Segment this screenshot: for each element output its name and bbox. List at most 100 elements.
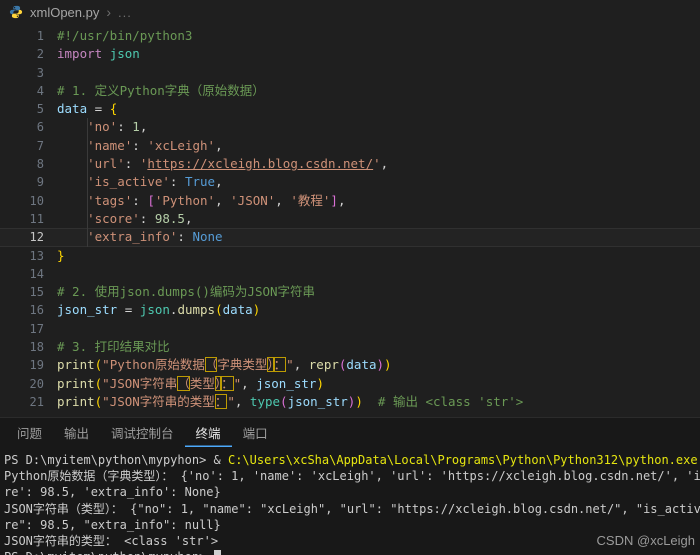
code-segment: : (132, 192, 148, 208)
line-number[interactable]: 9 (0, 173, 44, 191)
code-segment: https://xcleigh.blog.csdn.net/ (147, 156, 374, 172)
code-segment: # 3. 打印结果对比 (57, 339, 170, 355)
line-number[interactable]: 8 (0, 155, 44, 173)
code-line[interactable]: 15 # 2. 使用json.dumps()编码为JSON字符串 (0, 283, 700, 301)
code-segment: ] (330, 192, 338, 208)
code-line[interactable]: 10 'tags': ['Python', 'JSON', '教程'], (0, 191, 700, 210)
code-segment: : (177, 229, 193, 245)
code-line[interactable]: 21 print("JSON字符串的类型：", type(json_str)) #… (0, 393, 700, 411)
line-number[interactable]: 10 (0, 192, 44, 210)
code-line[interactable]: 19 print("Python原始数据（字典类型）：", repr(data)) (0, 356, 700, 374)
code-text: print("JSON字符串（类型）：", json_str) (44, 375, 324, 393)
code-text: 'score': 98.5, (44, 210, 192, 228)
line-number[interactable]: 15 (0, 283, 44, 301)
code-line[interactable]: 5 data = { (0, 100, 700, 118)
code-segment: ： (214, 393, 228, 409)
code-segment: json_str (287, 393, 348, 409)
code-text: 'tags': ['Python', 'JSON', '教程'], (44, 192, 345, 210)
terminal-text: Python原始数据（字典类型）： {'no': 1, 'name': 'xcL… (4, 469, 700, 484)
indent-guide (87, 118, 88, 137)
code-line[interactable]: 8 'url': 'https://xcleigh.blog.csdn.net/… (0, 155, 700, 174)
line-number[interactable]: 16 (0, 301, 44, 319)
indent-guide (87, 155, 88, 174)
code-text: data = { (44, 100, 117, 118)
panel-tab-problems[interactable]: 问题 (6, 418, 53, 447)
terminal-text: JSON字符串（类型）： {"no": 1, "name": "xcLeigh"… (4, 501, 700, 516)
code-line[interactable]: 9 'is_active': True, (0, 173, 700, 192)
line-number[interactable]: 13 (0, 247, 44, 265)
code-text: 'name': 'xcLeigh', (44, 137, 222, 155)
indent-guide (87, 228, 88, 247)
line-number[interactable]: 21 (0, 393, 44, 411)
line-number[interactable]: 3 (0, 64, 44, 82)
breadcrumb-symbol-picker[interactable]: ... (118, 5, 132, 20)
code-line[interactable]: 4 # 1. 定义Python字典（原始数据） (0, 82, 700, 100)
terminal-cursor (213, 550, 221, 555)
panel-tab-debug-console[interactable]: 调试控制台 (100, 418, 185, 447)
panel-tab-terminal[interactable]: 终端 (185, 418, 232, 447)
line-number[interactable]: 19 (0, 356, 44, 374)
panel-tab-bar: 问题 输出 调试控制台 终端 端口 (0, 418, 700, 447)
terminal-text: PS D:\myitem\python\mypyhon> & (4, 453, 228, 467)
code-line[interactable]: 1 #!/usr/bin/python3 (0, 27, 700, 45)
terminal-output[interactable]: CSDN @xcLeigh PS D:\myitem\python\mypyho… (0, 447, 700, 555)
line-number[interactable]: 17 (0, 320, 44, 338)
line-number[interactable]: 4 (0, 82, 44, 100)
code-segment: 'is_active' (87, 174, 170, 190)
line-number[interactable]: 7 (0, 137, 44, 155)
breadcrumb-file[interactable]: xmlOpen.py (30, 5, 99, 20)
code-line[interactable]: 7 'name': 'xcLeigh', (0, 136, 700, 156)
code-segment: , (215, 174, 223, 190)
code-line[interactable]: 17 (0, 320, 700, 338)
code-segment: None (192, 229, 223, 245)
code-text: } (44, 247, 65, 265)
code-text: #!/usr/bin/python3 (44, 27, 192, 45)
line-number[interactable]: 11 (0, 210, 44, 228)
code-segment: 98.5 (154, 210, 185, 226)
code-line[interactable]: 16 json_str = json.dumps(data) (0, 301, 700, 319)
code-segment: ） (267, 357, 274, 373)
code-line[interactable]: 6 'no': 1, (0, 118, 700, 137)
code-segment: True (184, 174, 216, 190)
code-segment: ( (215, 302, 223, 318)
line-number[interactable]: 12 (0, 228, 44, 246)
code-segment: [ (147, 192, 155, 208)
code-segment: '教程' (290, 192, 331, 208)
terminal-line: PS D:\myitem\python\mypyhon> (4, 549, 700, 555)
line-number[interactable]: 2 (0, 45, 44, 63)
vscode-window: xmlOpen.py › ... 1 #!/usr/bin/python3 2 imp… (0, 0, 700, 555)
code-line[interactable]: 12 'extra_info': None (0, 228, 700, 247)
panel-tab-output[interactable]: 输出 (53, 418, 100, 447)
terminal-text: re': 98.5, 'extra_info': None} (4, 485, 221, 500)
code-line[interactable]: 18 # 3. 打印结果对比 (0, 338, 700, 356)
code-segment: : (132, 137, 148, 153)
code-line[interactable]: 11 'score': 98.5, (0, 209, 700, 229)
panel-tab-ports[interactable]: 端口 (232, 418, 279, 447)
code-segment: 'Python' (154, 192, 216, 208)
line-number[interactable]: 18 (0, 338, 44, 356)
line-number[interactable]: 14 (0, 265, 44, 283)
line-number[interactable]: 5 (0, 100, 44, 118)
code-segment: 'url' (87, 156, 125, 172)
terminal-text: re": 98.5, "extra_info": null} (4, 517, 221, 532)
line-number[interactable]: 1 (0, 27, 44, 45)
code-text: import json (44, 45, 140, 63)
line-number[interactable]: 6 (0, 118, 44, 136)
code-segment: 'JSON' (230, 192, 276, 208)
line-number[interactable]: 20 (0, 375, 44, 393)
code-line[interactable]: 3 (0, 64, 700, 82)
code-line[interactable]: 20 print("JSON字符串（类型）：", json_str) (0, 375, 700, 393)
code-text: # 2. 使用json.dumps()编码为JSON字符串 (44, 283, 315, 301)
code-editor[interactable]: 1 #!/usr/bin/python3 2 import json 3 4 # 1. 定义… (0, 24, 700, 417)
code-line[interactable]: 13} (0, 247, 700, 265)
code-text: # 3. 打印结果对比 (44, 338, 170, 356)
code-line[interactable]: 14 (0, 265, 700, 283)
code-segment: { (109, 101, 118, 117)
code-line[interactable]: 2 import json (0, 45, 700, 63)
code-segment: , (234, 393, 250, 409)
code-segment: ) (384, 357, 392, 373)
code-segment: : (169, 174, 185, 190)
